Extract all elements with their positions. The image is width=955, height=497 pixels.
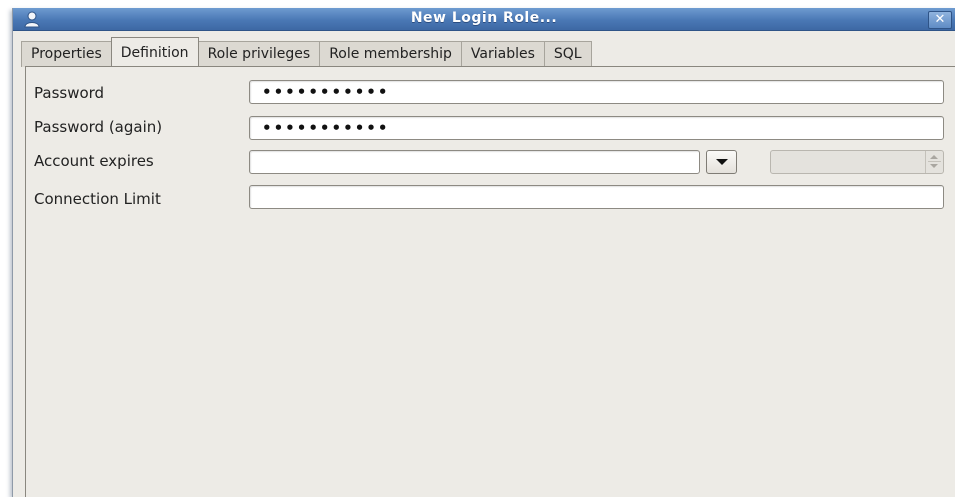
account-expires-label: Account expires (34, 152, 154, 170)
password-again-mask: ••••••••••• (262, 119, 390, 137)
tab-role-membership[interactable]: Role membership (319, 41, 461, 67)
time-spinner[interactable] (925, 151, 943, 173)
account-expires-time-field[interactable] (770, 150, 944, 174)
window-title: New Login Role... (410, 10, 558, 26)
close-button[interactable]: ✕ (928, 11, 952, 29)
date-dropdown-button[interactable] (706, 150, 737, 174)
connection-limit-field[interactable] (249, 185, 944, 209)
chevron-down-icon (716, 159, 728, 165)
tab-role-privileges[interactable]: Role privileges (198, 41, 320, 67)
tab-variables[interactable]: Variables (460, 41, 544, 67)
spin-up-icon (930, 155, 938, 159)
definition-panel: Password ••••••••••• Password (again) ••… (25, 66, 955, 497)
spinner-divider (928, 161, 941, 162)
tab-definition[interactable]: Definition (110, 37, 199, 67)
title-bar[interactable]: New Login Role... ✕ (13, 8, 955, 31)
connection-limit-label: Connection Limit (34, 190, 161, 208)
password-field[interactable]: ••••••••••• (249, 80, 944, 104)
spin-down-icon (930, 164, 938, 168)
password-label: Password (34, 84, 105, 102)
password-again-field[interactable]: ••••••••••• (249, 116, 944, 140)
tab-sql[interactable]: SQL (543, 41, 592, 67)
password-mask: ••••••••••• (262, 83, 390, 101)
tab-bar: Properties Definition Role privileges Ro… (21, 37, 592, 67)
account-expires-date-field[interactable] (249, 150, 700, 174)
password-again-label: Password (again) (34, 118, 163, 136)
dialog-window: New Login Role... ✕ Properties Definitio… (12, 8, 955, 497)
tab-properties[interactable]: Properties (21, 41, 111, 67)
